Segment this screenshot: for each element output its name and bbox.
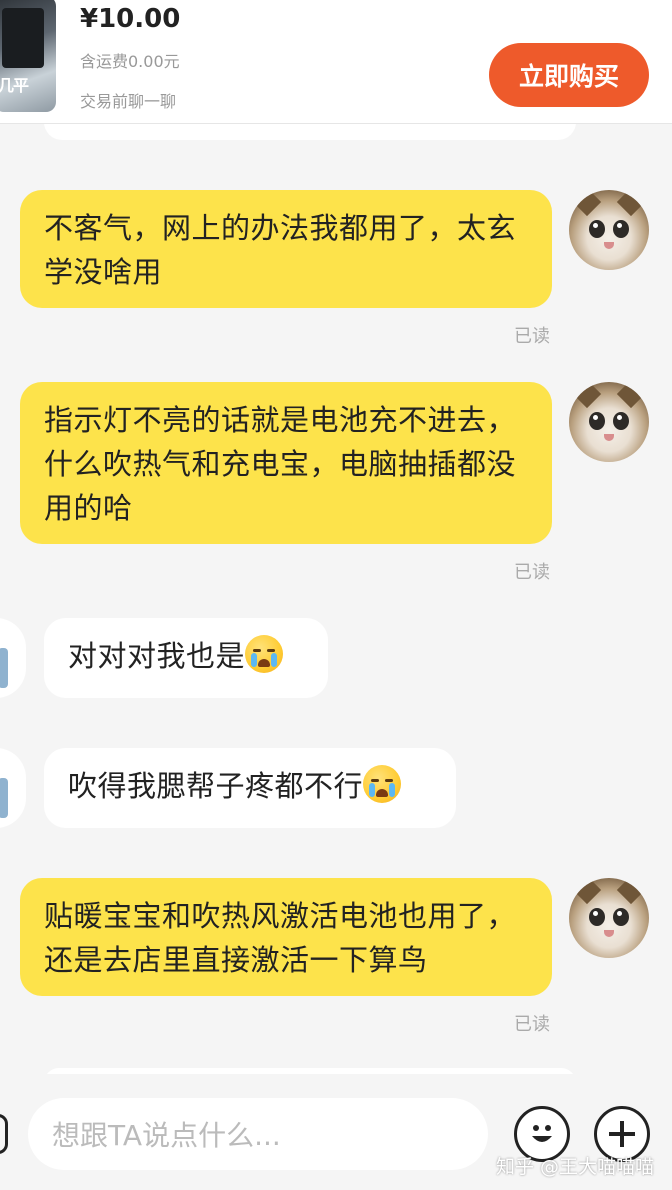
product-thumbnail[interactable]: 几平 — [0, 0, 56, 112]
my-avatar[interactable] — [569, 190, 649, 270]
my-avatar[interactable] — [569, 382, 649, 462]
buy-now-button[interactable]: 立即购买 — [489, 43, 649, 107]
message-input[interactable]: 想跟TA说点什么... — [28, 1098, 488, 1170]
message-bubble-other[interactable]: 吹得我腮帮子疼都不行 — [44, 748, 456, 828]
other-avatar[interactable] — [0, 748, 26, 828]
read-status: 已读 — [514, 562, 550, 583]
message-bubble-mine[interactable]: 指示灯不亮的话就是电池充不进去，什么吹热气和充电宝，电脑抽插都没用的哈 — [20, 382, 552, 544]
message-bubble-other[interactable]: 对对对我也是 — [44, 618, 328, 698]
partial-message — [44, 124, 576, 140]
my-avatar[interactable] — [569, 878, 649, 958]
chat-area[interactable]: 不客气，网上的办法我都用了，太玄学没啥用 已读 指示灯不亮的话就是电池充不进去，… — [0, 124, 672, 1074]
crying-face-icon — [245, 635, 284, 673]
chat-hint: 交易前聊一聊 — [80, 92, 177, 111]
message-text: 贴暖宝宝和吹热风激活电池也用了，还是去店里直接激活一下算鸟 — [44, 899, 517, 977]
partial-message — [44, 1068, 576, 1074]
thumbnail-screen — [2, 8, 44, 68]
message-text: 不客气，网上的办法我都用了，太玄学没啥用 — [44, 211, 517, 289]
product-price: ¥10.00 — [80, 4, 181, 34]
message-bubble-mine[interactable]: 贴暖宝宝和吹热风激活电池也用了，还是去店里直接激活一下算鸟 — [20, 878, 552, 996]
thumbnail-text: 几平 — [0, 76, 29, 95]
voice-icon[interactable] — [0, 1114, 8, 1154]
crying-face-icon — [363, 765, 402, 803]
message-bubble-mine[interactable]: 不客气，网上的办法我都用了，太玄学没啥用 — [20, 190, 552, 308]
other-avatar[interactable] — [0, 618, 26, 698]
input-bar: 想跟TA说点什么... 知乎 @王大喵喵喵 — [0, 1078, 672, 1190]
read-status: 已读 — [514, 326, 550, 347]
message-text: 对对对我也是 — [68, 639, 246, 673]
watermark: 知乎 @王大喵喵喵 — [495, 1156, 654, 1178]
read-status: 已读 — [514, 1014, 550, 1035]
product-header: 几平 ¥10.00 含运费0.00元 交易前聊一聊 立即购买 — [0, 0, 672, 124]
shipping-fee: 含运费0.00元 — [80, 52, 180, 71]
message-text: 吹得我腮帮子疼都不行 — [68, 769, 364, 803]
message-text: 指示灯不亮的话就是电池充不进去，什么吹热气和充电宝，电脑抽插都没用的哈 — [44, 403, 517, 525]
